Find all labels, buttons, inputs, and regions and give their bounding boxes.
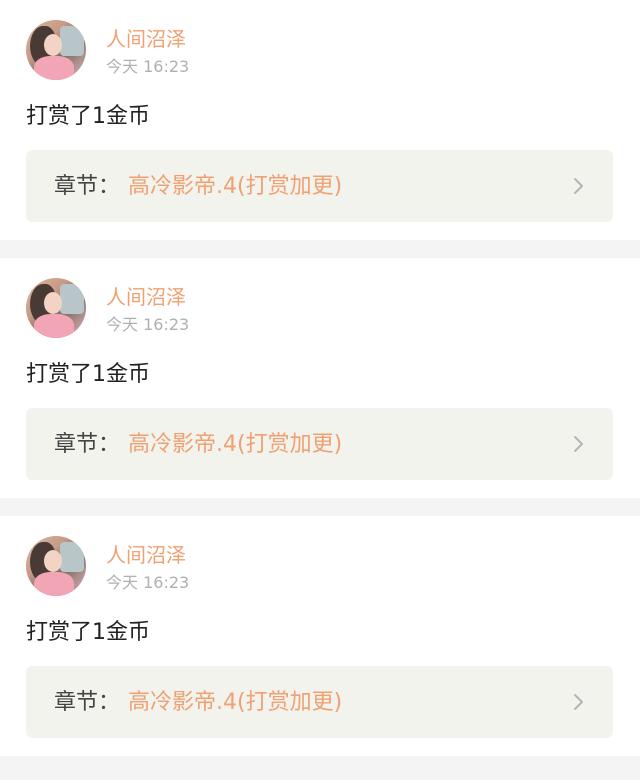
reward-message: 打赏了1金币 bbox=[26, 620, 150, 645]
timestamp: 今天 16:23 bbox=[106, 315, 190, 334]
chapter-link[interactable]: 章节： 高冷影帝.4(打赏加更) bbox=[26, 666, 613, 738]
chapter-label: 章节： bbox=[54, 690, 121, 715]
chevron-right-icon bbox=[574, 694, 583, 710]
chapter-label: 章节： bbox=[54, 432, 121, 457]
chevron-right-icon bbox=[574, 436, 583, 452]
chapter-title: 高冷影帝.4(打赏加更) bbox=[128, 174, 343, 199]
chevron-right-icon bbox=[574, 178, 583, 194]
chapter-label: 章节： bbox=[54, 174, 121, 199]
avatar[interactable] bbox=[26, 536, 86, 596]
timestamp: 今天 16:23 bbox=[106, 573, 190, 592]
reward-card: 人间沼泽 今天 16:23 打赏了1金币 章节： 高冷影帝.4(打赏加更) bbox=[0, 516, 640, 756]
avatar[interactable] bbox=[26, 278, 86, 338]
avatar[interactable] bbox=[26, 20, 86, 80]
reward-card: 人间沼泽 今天 16:23 打赏了1金币 章节： 高冷影帝.4(打赏加更) bbox=[0, 258, 640, 498]
username[interactable]: 人间沼泽 bbox=[106, 542, 186, 568]
chapter-title: 高冷影帝.4(打赏加更) bbox=[128, 432, 343, 457]
timestamp: 今天 16:23 bbox=[106, 57, 190, 76]
chapter-link[interactable]: 章节： 高冷影帝.4(打赏加更) bbox=[26, 150, 613, 222]
reward-message: 打赏了1金币 bbox=[26, 362, 150, 387]
chapter-link[interactable]: 章节： 高冷影帝.4(打赏加更) bbox=[26, 408, 613, 480]
username[interactable]: 人间沼泽 bbox=[106, 284, 186, 310]
chapter-title: 高冷影帝.4(打赏加更) bbox=[128, 690, 343, 715]
reward-card: 人间沼泽 今天 16:23 打赏了1金币 章节： 高冷影帝.4(打赏加更) bbox=[0, 0, 640, 240]
reward-feed: 人间沼泽 今天 16:23 打赏了1金币 章节： 高冷影帝.4(打赏加更) 人间… bbox=[0, 0, 640, 780]
reward-message: 打赏了1金币 bbox=[26, 104, 150, 129]
username[interactable]: 人间沼泽 bbox=[106, 26, 186, 52]
